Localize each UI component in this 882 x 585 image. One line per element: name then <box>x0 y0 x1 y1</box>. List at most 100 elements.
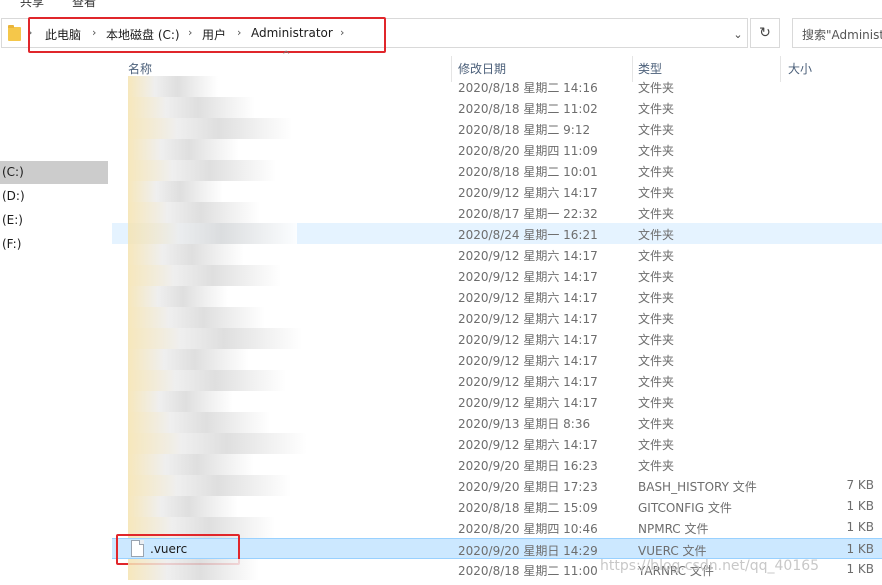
file-type: 文件夹 <box>638 375 675 389</box>
redacted-name <box>128 223 297 244</box>
table-row[interactable]: 2020/9/12 星期六 14:17 文件夹 <box>112 328 882 349</box>
file-size: 1 KB <box>846 520 874 534</box>
file-type: 文件夹 <box>638 102 675 116</box>
sort-up-icon: ^ <box>282 50 291 61</box>
column-header-name[interactable]: 名称 <box>128 60 152 77</box>
file-date: 2020/8/20 星期四 11:09 <box>458 144 598 158</box>
redacted-name <box>128 202 260 223</box>
redacted-name <box>128 454 254 475</box>
file-type: 文件夹 <box>638 144 675 158</box>
file-date: 2020/9/12 星期六 14:17 <box>458 375 598 389</box>
menu-view[interactable]: 查看 <box>72 0 96 8</box>
file-type: GITCONFIG 文件 <box>638 501 732 515</box>
redacted-name <box>128 139 239 160</box>
table-row[interactable]: 2020/8/24 星期一 16:21 文件夹 <box>112 223 882 244</box>
file-type: 文件夹 <box>638 228 675 242</box>
redacted-name <box>128 307 265 328</box>
file-type: NPMRC 文件 <box>638 522 709 536</box>
table-row[interactable]: 2020/9/12 星期六 14:17 文件夹 <box>112 391 882 412</box>
file-type: 文件夹 <box>638 396 675 410</box>
file-date: 2020/9/12 星期六 14:17 <box>458 270 598 284</box>
file-list: ^ 名称 修改日期 类型 大小 2020/8/18 星期二 14:16 文件夹 20… <box>112 50 882 585</box>
file-type: 文件夹 <box>638 81 675 95</box>
redacted-name <box>128 118 292 139</box>
table-row[interactable]: 2020/9/12 星期六 14:17 文件夹 <box>112 349 882 370</box>
redacted-name <box>128 433 307 454</box>
file-type: 文件夹 <box>638 459 675 473</box>
file-size: 1 KB <box>846 499 874 513</box>
file-type: 文件夹 <box>638 333 675 347</box>
search-input[interactable]: 搜索"Administ <box>792 18 882 48</box>
nav-drive-d[interactable]: (D:) <box>0 185 108 208</box>
address-bar: › 此电脑 › 本地磁盘 (C:) › 用户 › Administrator ›… <box>0 17 882 53</box>
redacted-name <box>128 286 228 307</box>
redacted-name <box>128 391 233 412</box>
redacted-name <box>128 265 281 286</box>
nav-drive-c[interactable]: (C:) <box>0 161 108 184</box>
table-row[interactable]: 2020/8/18 星期二 10:01 文件夹 <box>112 160 882 181</box>
file-date: 2020/9/20 星期日 14:29 <box>458 544 598 558</box>
file-date: 2020/9/12 星期六 14:17 <box>458 438 598 452</box>
file-type: 文件夹 <box>638 417 675 431</box>
table-row[interactable]: 2020/8/17 星期一 22:32 文件夹 <box>112 202 882 223</box>
nav-drive-e[interactable]: (E:) <box>0 209 108 232</box>
table-row[interactable]: 2020/8/18 星期二 14:16 文件夹 <box>112 76 882 97</box>
folder-icon <box>8 25 21 41</box>
nav-drive-f[interactable]: (F:) <box>0 233 108 256</box>
file-size: 1 KB <box>846 562 874 576</box>
table-row[interactable]: .vuerc 2020/9/20 星期日 14:29 VUERC 文件 1 KB <box>112 534 882 565</box>
file-type: BASH_HISTORY 文件 <box>638 480 757 494</box>
file-date: 2020/9/12 星期六 14:17 <box>458 291 598 305</box>
table-row[interactable]: 2020/9/12 星期六 14:17 文件夹 <box>112 307 882 328</box>
column-header-size[interactable]: 大小 <box>788 60 812 77</box>
refresh-icon[interactable]: ↻ <box>750 18 780 48</box>
column-header-date[interactable]: 修改日期 <box>458 60 506 77</box>
table-row[interactable]: 2020/9/20 星期日 17:23 BASH_HISTORY 文件 7 KB <box>112 475 882 496</box>
table-row[interactable]: 2020/9/12 星期六 14:17 文件夹 <box>112 286 882 307</box>
redacted-name <box>128 412 270 433</box>
file-type: 文件夹 <box>638 186 675 200</box>
column-header-type[interactable]: 类型 <box>638 60 662 77</box>
file-type: 文件夹 <box>638 207 675 221</box>
file-date: 2020/8/17 星期一 22:32 <box>458 207 598 221</box>
table-row[interactable]: 2020/9/20 星期日 16:23 文件夹 <box>112 454 882 475</box>
file-date: 2020/9/13 星期日 8:36 <box>458 417 591 431</box>
chevron-down-icon[interactable]: ⌄ <box>726 20 750 50</box>
table-row[interactable]: 2020/8/18 星期二 15:09 GITCONFIG 文件 1 KB <box>112 496 882 517</box>
file-date: 2020/8/18 星期二 11:00 <box>458 564 598 578</box>
table-row[interactable]: 2020/9/12 星期六 14:17 文件夹 <box>112 433 882 454</box>
table-row[interactable]: 2020/8/18 星期二 9:12 文件夹 <box>112 118 882 139</box>
file-date: 2020/9/12 星期六 14:17 <box>458 354 598 368</box>
annotation-highlight-box <box>28 17 386 53</box>
file-type: 文件夹 <box>638 354 675 368</box>
table-row[interactable]: 2020/9/12 星期六 14:17 文件夹 <box>112 181 882 202</box>
redacted-name <box>128 160 276 181</box>
file-type: 文件夹 <box>638 312 675 326</box>
file-date: 2020/9/20 星期日 17:23 <box>458 480 598 494</box>
table-row[interactable]: 2020/9/12 星期六 14:17 文件夹 <box>112 265 882 286</box>
file-date: 2020/8/18 星期二 15:09 <box>458 501 598 515</box>
table-row[interactable]: 2020/8/18 星期二 11:02 文件夹 <box>112 97 882 118</box>
file-size: 7 KB <box>846 478 874 492</box>
redacted-name <box>128 559 259 580</box>
file-date: 2020/8/18 星期二 14:16 <box>458 81 598 95</box>
table-row[interactable]: 2020/9/12 星期六 14:17 文件夹 <box>112 244 882 265</box>
file-date: 2020/9/12 星期六 14:17 <box>458 312 598 326</box>
file-date: 2020/8/18 星期二 10:01 <box>458 165 598 179</box>
table-row[interactable]: 2020/9/13 星期日 8:36 文件夹 <box>112 412 882 433</box>
file-type: 文件夹 <box>638 291 675 305</box>
file-date: 2020/8/18 星期二 11:02 <box>458 102 598 116</box>
file-date: 2020/9/12 星期六 14:17 <box>458 333 598 347</box>
watermark: https://blog.csdn.net/qq_40165 <box>600 558 820 574</box>
table-row[interactable]: 2020/9/12 星期六 14:17 文件夹 <box>112 370 882 391</box>
file-date: 2020/9/12 星期六 14:17 <box>458 186 598 200</box>
menu-share[interactable]: 共享 <box>20 0 44 8</box>
file-date: 2020/9/20 星期日 16:23 <box>458 459 598 473</box>
file-type: 文件夹 <box>638 270 675 284</box>
table-row[interactable]: 2020/8/20 星期四 11:09 文件夹 <box>112 139 882 160</box>
menu-strip: 共享 查看 <box>0 0 882 8</box>
redacted-name <box>128 76 218 97</box>
redacted-name <box>128 181 223 202</box>
file-size: 1 KB <box>846 542 874 556</box>
redacted-name <box>128 328 302 349</box>
